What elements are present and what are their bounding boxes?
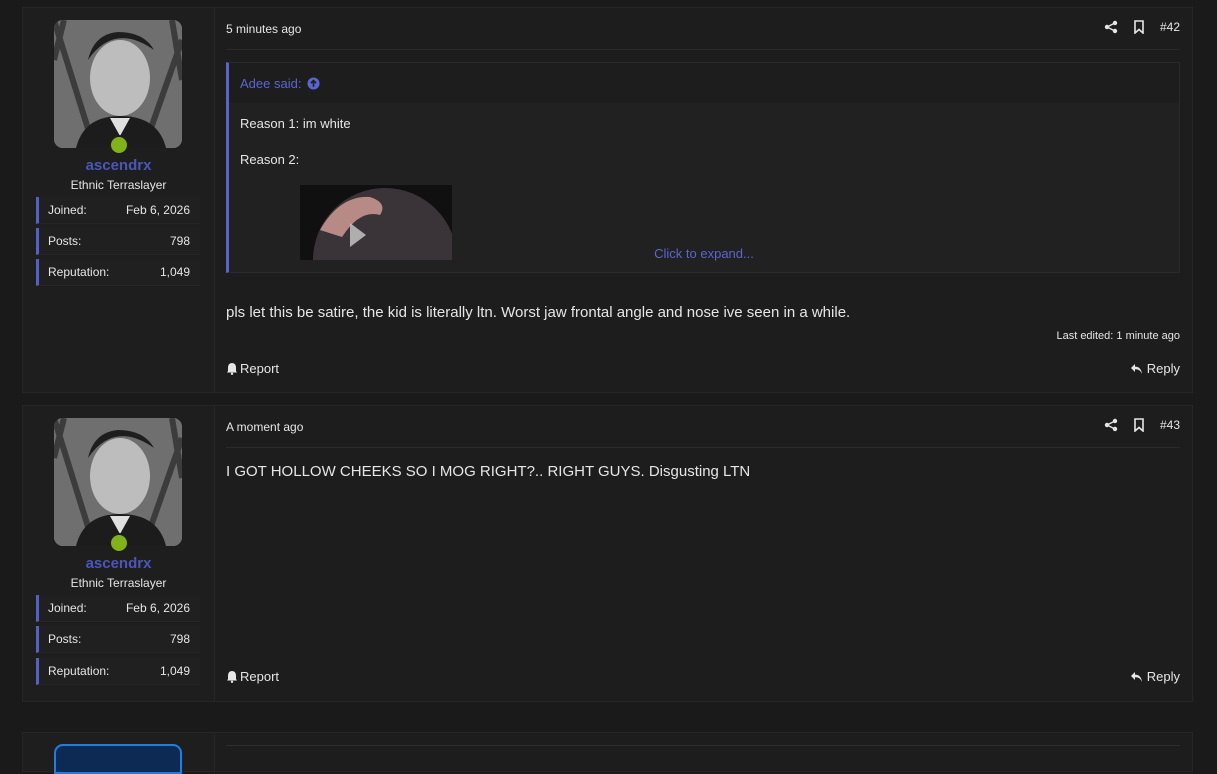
post-user-info: ascendrx Ethnic Terraslayer Joined: Feb … [23, 8, 215, 392]
stat-value: Feb 6, 2026 [125, 203, 190, 217]
post-next-partial [22, 732, 1193, 774]
reply-label: Reply [1146, 361, 1180, 376]
post-time[interactable]: A moment ago [226, 420, 303, 434]
username[interactable]: ascendrx [23, 555, 214, 572]
quote-line: Reason 2: [240, 152, 300, 167]
bell-icon [227, 363, 237, 375]
reply-button[interactable]: Reply [1130, 361, 1180, 376]
stat-value: 798 [169, 234, 190, 248]
bell-icon [227, 671, 237, 683]
quote-block: Adee said: Reason 1: im white Reason 2: … [226, 62, 1180, 273]
reply-button[interactable]: Reply [1130, 669, 1180, 684]
stat-posts: Posts: 798 [36, 228, 200, 255]
stat-joined: Joined: Feb 6, 2026 [36, 595, 200, 622]
stat-reputation: Reputation: 1,049 [36, 658, 200, 685]
post-43: ascendrx Ethnic Terraslayer Joined: Feb … [22, 405, 1193, 702]
avatar[interactable] [54, 418, 182, 546]
click-to-expand-link[interactable]: Click to expand... [229, 246, 1179, 261]
stat-label: Posts: [48, 234, 82, 248]
bookmark-icon[interactable] [1132, 20, 1146, 35]
stat-reputation: Reputation: 1,049 [36, 259, 200, 286]
stat-label: Joined: [48, 601, 87, 615]
post-body: I GOT HOLLOW CHEEKS SO I MOG RIGHT?.. RI… [226, 463, 751, 480]
stat-value: 1,049 [159, 664, 190, 678]
quote-line: Reason 1: im white [240, 116, 351, 131]
online-status-dot [109, 135, 129, 155]
post-header: A moment ago #43 [226, 406, 1180, 448]
quote-header[interactable]: Adee said: [229, 63, 1179, 103]
stat-label: Reputation: [48, 265, 110, 279]
stat-posts: Posts: 798 [36, 626, 200, 653]
post-header-divider [226, 745, 1180, 746]
report-label: Report [240, 361, 280, 376]
username[interactable]: ascendrx [23, 157, 214, 174]
stat-label: Reputation: [48, 664, 110, 678]
arrow-up-circle-icon[interactable] [307, 76, 320, 90]
stat-label: Posts: [48, 632, 82, 646]
post-header: 5 minutes ago #42 [226, 8, 1180, 50]
user-title: Ethnic Terraslayer [70, 178, 167, 192]
post-number-link[interactable]: #43 [1160, 418, 1180, 432]
post-message: A moment ago #43 I GOT HOLLOW CHEEKS SO … [226, 406, 1180, 701]
stat-value: 1,049 [159, 265, 190, 279]
bookmark-icon[interactable] [1132, 418, 1146, 433]
post-user-info [23, 733, 215, 774]
reply-icon [1130, 363, 1142, 374]
stat-joined: Joined: Feb 6, 2026 [36, 197, 200, 224]
last-edited: Last edited: 1 minute ago [1056, 330, 1180, 342]
reply-icon [1130, 671, 1142, 682]
online-status-dot [109, 533, 129, 553]
post-time[interactable]: 5 minutes ago [226, 22, 301, 36]
reply-label: Reply [1146, 669, 1180, 684]
post-number-link[interactable]: #42 [1160, 20, 1180, 34]
user-title: Ethnic Terraslayer [70, 576, 167, 590]
report-button[interactable]: Report [226, 361, 279, 376]
stat-value: 798 [169, 632, 190, 646]
stat-value: Feb 6, 2026 [125, 601, 190, 615]
report-button[interactable]: Report [226, 669, 279, 684]
post-body: pls let this be satire, the kid is liter… [226, 304, 851, 321]
post-42: ascendrx Ethnic Terraslayer Joined: Feb … [22, 7, 1193, 393]
share-icon[interactable] [1104, 20, 1118, 34]
post-message [226, 733, 1180, 771]
stat-label: Joined: [48, 203, 87, 217]
share-icon[interactable] [1104, 418, 1118, 432]
post-user-info: ascendrx Ethnic Terraslayer Joined: Feb … [23, 406, 215, 701]
avatar[interactable] [54, 20, 182, 148]
post-message: 5 minutes ago #42 Adee said: Reason 1: i… [226, 8, 1180, 392]
report-label: Report [240, 669, 280, 684]
quote-author[interactable]: Adee said: [240, 76, 301, 91]
